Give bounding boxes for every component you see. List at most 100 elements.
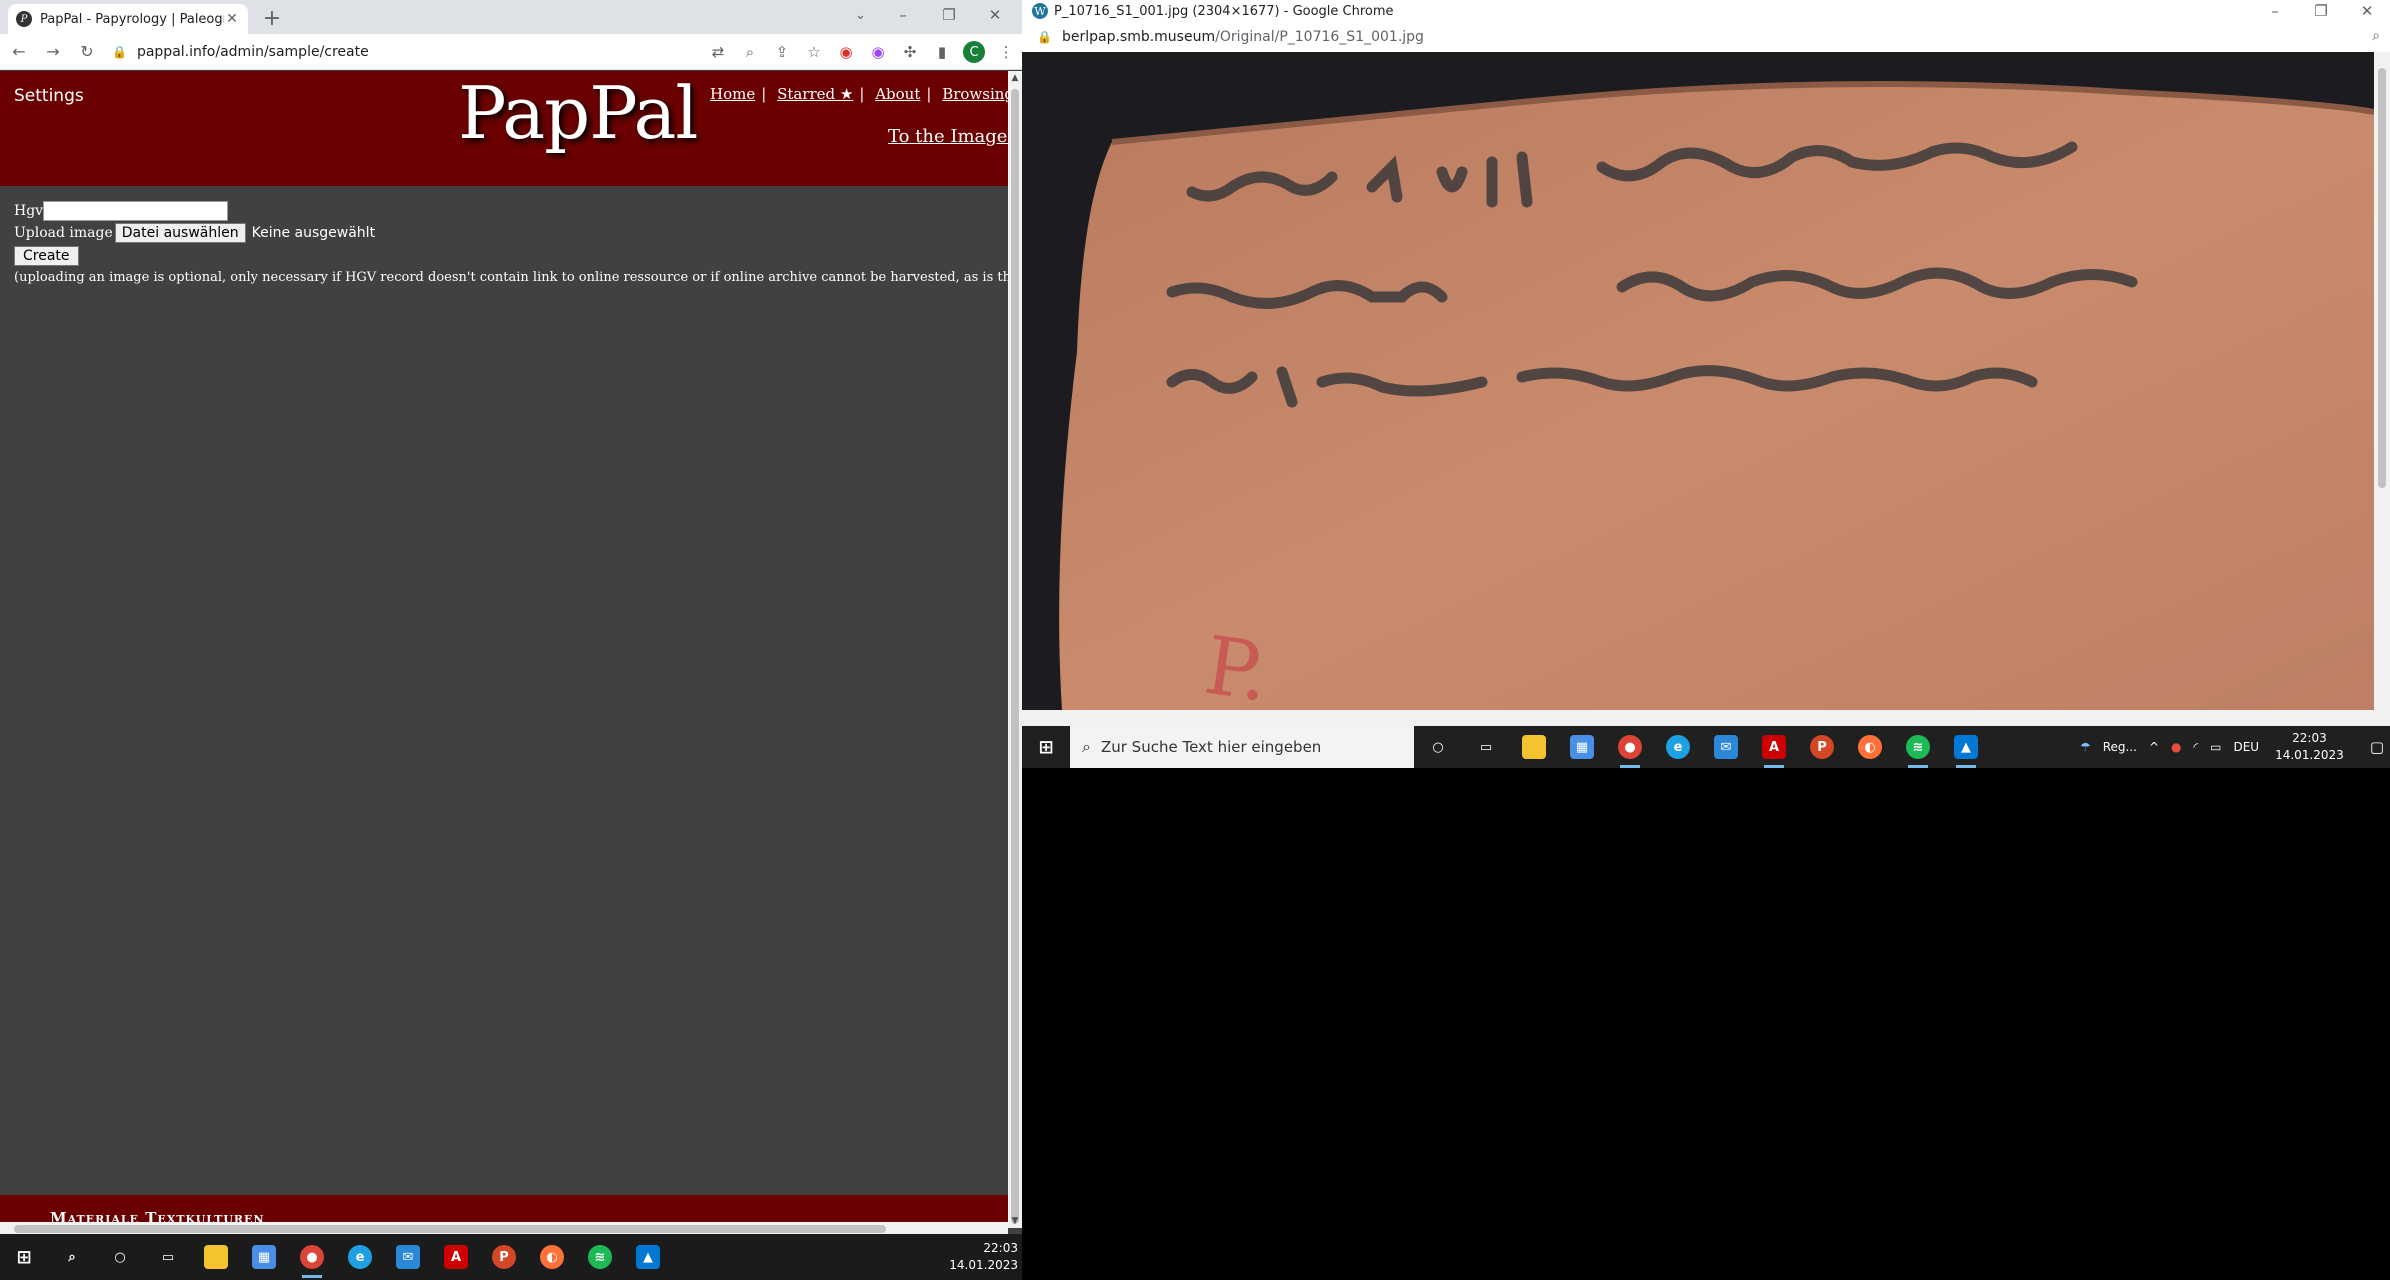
right-store-icon: ▦ bbox=[1570, 735, 1594, 759]
profile-avatar[interactable]: C bbox=[963, 41, 985, 63]
close-tab-icon[interactable]: ✕ bbox=[224, 11, 240, 27]
left-taskbar-clock[interactable]: 22:03 14.01.2023 bbox=[949, 1240, 1018, 1274]
new-tab-button[interactable]: + bbox=[258, 4, 286, 32]
chrome-button[interactable]: ● bbox=[288, 1234, 336, 1280]
close-window-icon[interactable]: ✕ bbox=[972, 0, 1018, 30]
start-button[interactable]: ⊞ bbox=[0, 1234, 48, 1280]
scroll-thumb[interactable] bbox=[1011, 89, 1019, 1224]
tray-chevron-icon[interactable]: ^ bbox=[2149, 740, 2159, 754]
right-minimize-icon[interactable]: – bbox=[2252, 0, 2298, 22]
back-icon[interactable]: ← bbox=[4, 37, 34, 67]
explorer-button[interactable] bbox=[192, 1234, 240, 1280]
to-images-link[interactable]: To the Images ... bbox=[888, 126, 1022, 147]
powerpoint-button[interactable]: P bbox=[480, 1234, 528, 1280]
forward-icon[interactable]: → bbox=[38, 37, 68, 67]
hscroll-thumb[interactable] bbox=[14, 1225, 886, 1233]
edge-icon: e bbox=[348, 1245, 372, 1269]
right-vertical-scrollbar[interactable] bbox=[2374, 52, 2390, 710]
task-view-button[interactable]: ▭ bbox=[144, 1234, 192, 1280]
cortana-button[interactable]: ○ bbox=[96, 1234, 144, 1280]
side-panel-icon[interactable]: ▮ bbox=[926, 37, 958, 67]
hgv-input[interactable] bbox=[43, 201, 229, 221]
wordpress-favicon-icon: W bbox=[1032, 3, 1048, 19]
choose-file-button[interactable]: Datei auswählen bbox=[114, 223, 246, 243]
right-explorer-button[interactable] bbox=[1510, 724, 1558, 770]
right-restore-icon[interactable]: ❐ bbox=[2298, 0, 2344, 22]
tab-pappal[interactable]: P PapPal - Papyrology | Paleograph ✕ bbox=[8, 4, 248, 34]
weather-text[interactable]: Reg... bbox=[2103, 740, 2137, 754]
minimize-icon[interactable]: – bbox=[880, 0, 926, 30]
nav-about[interactable]: About bbox=[875, 85, 920, 103]
photos-button[interactable]: ▲ bbox=[624, 1234, 672, 1280]
create-sample-form: Hgv Upload image Datei auswählen Keine a… bbox=[14, 200, 1008, 285]
right-firefox-button[interactable]: ◐ bbox=[1846, 724, 1894, 770]
site-header: Settings PapPal Home | Starred ★ | About | … bbox=[0, 71, 1022, 186]
acrobat-button[interactable]: A bbox=[432, 1234, 480, 1280]
nav-home[interactable]: Home bbox=[710, 85, 755, 103]
firefox-button[interactable]: ◐ bbox=[528, 1234, 576, 1280]
tab-search-icon[interactable]: ⌄ bbox=[855, 8, 866, 23]
zoom-icon[interactable]: ⌕ bbox=[734, 37, 766, 67]
right-acrobat-button[interactable]: A bbox=[1750, 724, 1798, 770]
right-powerpoint-button[interactable]: P bbox=[1798, 724, 1846, 770]
pappal-favicon-icon: P bbox=[16, 11, 32, 27]
settings-link[interactable]: Settings bbox=[14, 86, 84, 106]
spotify-button[interactable]: ≋ bbox=[576, 1234, 624, 1280]
restore-icon[interactable]: ❐ bbox=[926, 0, 972, 30]
search-button[interactable]: ⌕ bbox=[48, 1234, 96, 1280]
right-chrome-icon: ● bbox=[1618, 735, 1642, 759]
right-taskbar-clock[interactable]: 22:03 14.01.2023 bbox=[2275, 730, 2344, 764]
notification-icon[interactable]: ▢ bbox=[2370, 738, 2384, 756]
bookmark-star-icon[interactable]: ☆ bbox=[798, 37, 830, 67]
right-firefox-icon: ◐ bbox=[1858, 735, 1882, 759]
address-bar[interactable]: 🔒 pappal.info/admin/sample/create bbox=[112, 38, 672, 66]
right-chrome-button[interactable]: ● bbox=[1606, 724, 1654, 770]
right-folder-icon bbox=[1522, 735, 1546, 759]
extension-purple-icon[interactable]: ◉ bbox=[862, 37, 894, 67]
right-edge-button[interactable]: e bbox=[1654, 724, 1702, 770]
right-photos-button[interactable]: ▲ bbox=[1942, 724, 1990, 770]
papyrus-image[interactable]: P. bbox=[1022, 52, 2374, 710]
scroll-down-icon[interactable]: ▼ bbox=[1008, 1216, 1022, 1226]
right-vscroll-thumb[interactable] bbox=[2378, 68, 2386, 488]
nav-starred[interactable]: Starred ★ bbox=[777, 85, 853, 103]
taskbar-search-icon: ⌕ bbox=[1082, 737, 1091, 756]
right-address-bar[interactable]: 🔒 berlpap.smb.museum /Original/P_10716_S… bbox=[1022, 22, 2390, 52]
mail-button[interactable]: ✉ bbox=[384, 1234, 432, 1280]
window-controls: – ❐ ✕ bbox=[880, 0, 1018, 30]
chrome-icon: ● bbox=[300, 1245, 324, 1269]
scroll-up-icon[interactable]: ▲ bbox=[1008, 73, 1022, 83]
right-lock-icon: 🔒 bbox=[1037, 30, 1052, 44]
battery-icon[interactable]: ▭ bbox=[2210, 740, 2221, 754]
left-browser-window: P PapPal - Papyrology | Paleograph ✕ + ⌄… bbox=[0, 0, 1022, 1280]
right-task-view-button[interactable]: ▭ bbox=[1462, 724, 1510, 770]
page-vertical-scrollbar[interactable]: ▲ ▼ bbox=[1008, 71, 1022, 1228]
left-taskbar: ⊞ ⌕ ○ ▭ ▦ ● e ✉ A P ◐ ≋ ▲ 22:03 14.01.20… bbox=[0, 1234, 1022, 1280]
right-spotify-button[interactable]: ≋ bbox=[1894, 724, 1942, 770]
network-icon[interactable]: ◜ bbox=[2193, 740, 2198, 754]
edge-button[interactable]: e bbox=[336, 1234, 384, 1280]
weather-icon[interactable]: ☂ bbox=[2080, 740, 2091, 754]
share-icon[interactable]: ⇪ bbox=[766, 37, 798, 67]
store-button[interactable]: ▦ bbox=[240, 1234, 288, 1280]
menu-dots-icon[interactable]: ⋮ bbox=[990, 37, 1022, 67]
right-start-button[interactable]: ⊞ bbox=[1022, 724, 1070, 770]
extensions-puzzle-icon[interactable]: ✣ bbox=[894, 37, 926, 67]
right-cortana-button[interactable]: ○ bbox=[1414, 724, 1462, 770]
right-close-icon[interactable]: ✕ bbox=[2344, 0, 2390, 22]
taskbar-search-box[interactable]: ⌕ Zur Suche Text hier eingeben bbox=[1070, 726, 1414, 768]
windows-icon: ⊞ bbox=[16, 1246, 32, 1268]
reload-icon[interactable]: ↻ bbox=[72, 37, 102, 67]
extension-red-icon[interactable]: ◉ bbox=[830, 37, 862, 67]
right-store-button[interactable]: ▦ bbox=[1558, 724, 1606, 770]
right-taskbar: ⊞ ⌕ Zur Suche Text hier eingeben ○ ▭ ▦ ●… bbox=[1022, 726, 2390, 768]
tray-app-icon[interactable]: ● bbox=[2171, 740, 2181, 754]
right-mail-button[interactable]: ✉ bbox=[1702, 724, 1750, 770]
site-logo[interactable]: PapPal bbox=[458, 71, 698, 155]
toolbar-actions: ⇄ ⌕ ⇪ ☆ ◉ ◉ ✣ ▮ C ⋮ bbox=[702, 37, 1022, 67]
translate-icon[interactable]: ⇄ bbox=[702, 37, 734, 67]
right-zoom-icon[interactable]: ⌕ bbox=[2372, 28, 2380, 44]
language-indicator[interactable]: DEU bbox=[2233, 740, 2259, 754]
create-button[interactable]: Create bbox=[14, 246, 79, 266]
upload-note: (uploading an image is optional, only ne… bbox=[14, 270, 1008, 285]
